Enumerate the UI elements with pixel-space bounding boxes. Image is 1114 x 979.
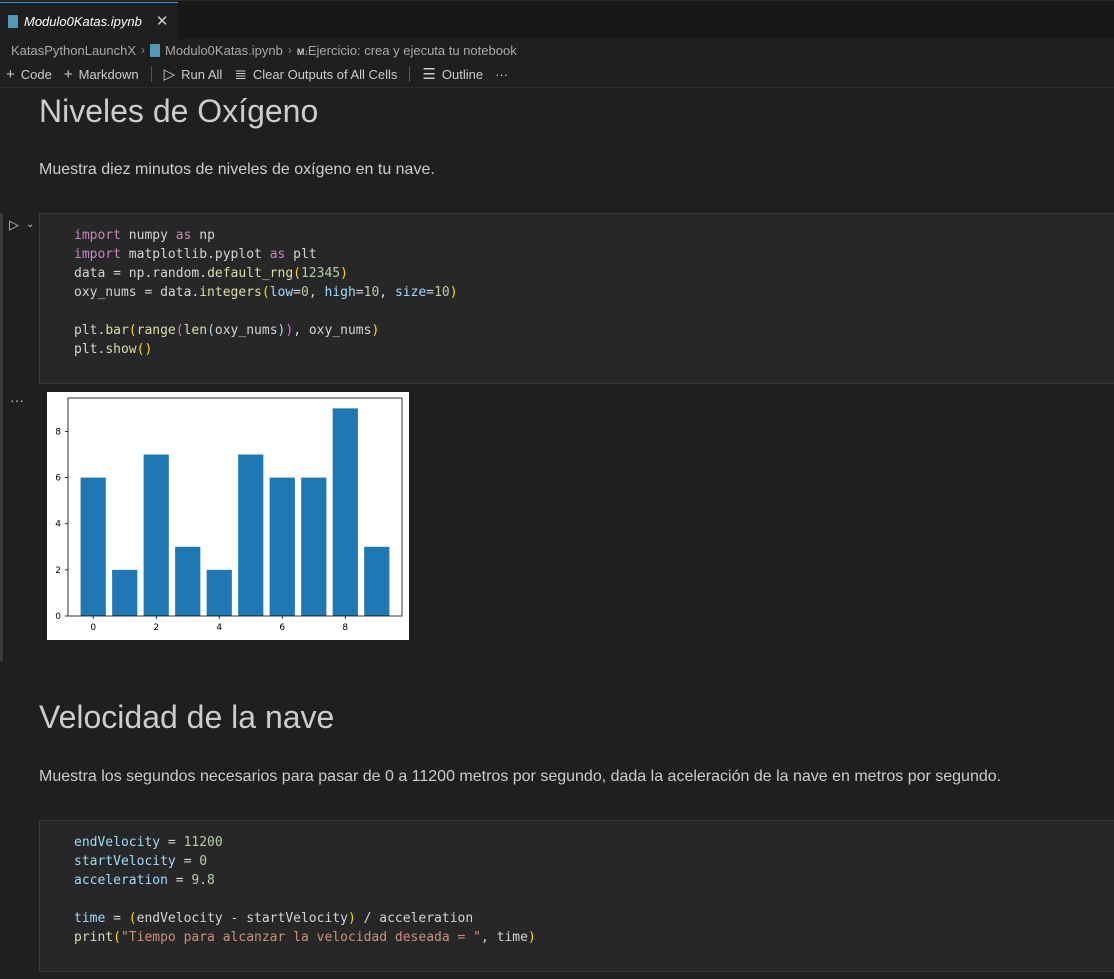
notebook-file-icon [8, 14, 18, 28]
more-actions-button[interactable]: ··· [495, 67, 508, 82]
outline-label: Outline [441, 66, 484, 82]
y-tick-label: 8 [55, 427, 61, 437]
notebook-file-icon [150, 43, 161, 57]
notebook-toolbar: + Code + Markdown ▷ Run All ≣ Clear Outputs … [0, 61, 1114, 88]
y-tick-label: 0 [55, 612, 61, 622]
code-cell-velocity[interactable]: endVelocity = 11200 startVelocity = 0 ac… [39, 820, 1114, 972]
run-all-label: Run All [181, 66, 223, 82]
cell-focus-bar [0, 213, 3, 661]
plus-icon: + [6, 65, 15, 83]
code-editor[interactable]: endVelocity = 11200 startVelocity = 0 ac… [40, 821, 1114, 947]
run-cell-icon[interactable]: ▷ [9, 217, 19, 233]
toolbar-divider [150, 66, 152, 82]
tab-notebook[interactable]: Modulo0Katas.ipynb ✕ [0, 2, 179, 39]
breadcrumb: KatasPythonLaunchX › Modulo0Katas.ipynb … [0, 39, 1114, 61]
x-tick-label: 0 [90, 623, 96, 633]
toolbar-divider [409, 66, 411, 82]
ellipsis-icon: ··· [495, 66, 509, 82]
heading-velocity: Velocidad de la nave [39, 699, 335, 735]
bar-8 [332, 408, 358, 616]
x-tick-label: 2 [153, 623, 159, 633]
markdown-icon: M↓ [296, 46, 309, 57]
plus-icon: + [63, 65, 73, 83]
y-tick-label: 2 [55, 566, 61, 576]
notebook-body: Niveles de Oxígeno Muestra diez minutos … [0, 87, 1114, 979]
add-markdown-button[interactable]: + Markdown [64, 66, 139, 83]
outline-button[interactable]: ☰ Outline [422, 65, 483, 83]
bar-2 [143, 454, 169, 616]
code-cell-oxygen[interactable]: import numpy as np import matplotlib.pyp… [39, 213, 1114, 384]
plot-output: 0 2 4 6 8 0 2 4 6 8 [47, 392, 409, 640]
code-editor[interactable]: import numpy as np import matplotlib.pyp… [40, 214, 1114, 359]
clear-outputs-label: Clear Outputs of All Cells [252, 66, 398, 82]
bar-0 [80, 477, 106, 616]
run-all-icon: ▷ [163, 66, 176, 83]
paragraph-oxygen: Muestra diez minutos de niveles de oxíge… [39, 161, 435, 178]
close-icon[interactable]: ✕ [156, 12, 169, 30]
add-code-label: Code [20, 66, 52, 82]
clear-all-icon: ≣ [234, 66, 247, 83]
bar-4 [206, 569, 232, 616]
clear-outputs-button[interactable]: ≣ Clear Outputs of All Cells [234, 65, 397, 83]
bar-1 [112, 569, 138, 616]
bar-6 [269, 477, 295, 616]
x-tick-label: 4 [216, 623, 222, 633]
y-tick-label: 6 [55, 474, 61, 484]
bar-chart: 0 2 4 6 8 0 2 4 6 8 [55, 397, 403, 633]
y-tick-label: 4 [55, 520, 61, 530]
bar-7 [301, 477, 327, 616]
list-icon: ☰ [422, 66, 436, 83]
output-menu-ellipsis-icon[interactable]: ··· [10, 392, 24, 408]
heading-oxygen: Niveles de Oxígeno [39, 93, 319, 129]
tab-title: Modulo0Katas.ipynb [24, 13, 142, 29]
breadcrumb-section[interactable]: Ejercicio: crea y ejecuta tu notebook [308, 43, 517, 58]
add-markdown-label: Markdown [78, 66, 139, 82]
breadcrumb-file[interactable]: Modulo0Katas.ipynb [165, 43, 283, 58]
bar-5 [238, 454, 264, 616]
x-tick-label: 8 [342, 623, 348, 633]
run-all-button[interactable]: ▷ Run All [164, 65, 223, 83]
bar-3 [175, 546, 201, 616]
bar-9 [364, 546, 390, 616]
breadcrumb-root[interactable]: KatasPythonLaunchX [11, 43, 136, 58]
paragraph-velocity: Muestra los segundos necesarios para pas… [39, 768, 1002, 785]
add-code-button[interactable]: + Code [6, 66, 52, 83]
x-tick-label: 6 [279, 623, 285, 633]
tab-bar: Modulo0Katas.ipynb ✕ [0, 0, 1114, 39]
chevron-right-icon: › [287, 43, 292, 57]
chevron-down-icon[interactable]: ⌄ [26, 219, 34, 230]
chevron-right-icon: › [141, 43, 146, 57]
